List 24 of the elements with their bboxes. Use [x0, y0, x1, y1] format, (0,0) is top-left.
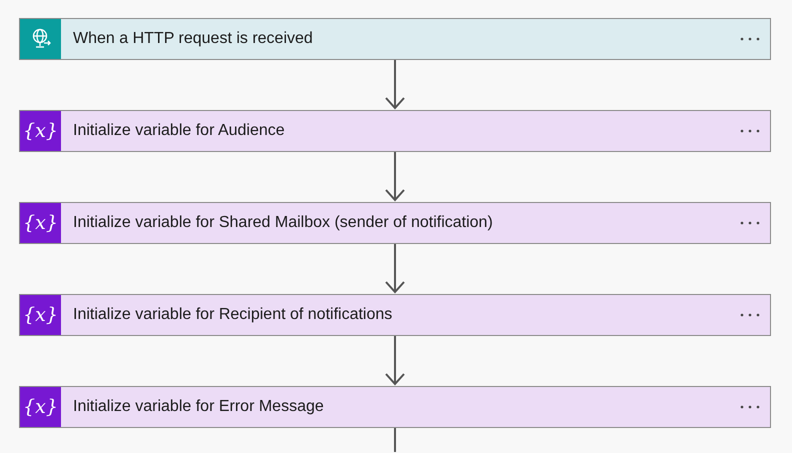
arrow: [385, 60, 405, 110]
step-title: When a HTTP request is received: [73, 29, 314, 49]
variable-icon: {x}: [23, 122, 58, 140]
step-title: Initialize variable for Shared Mailbox (sender of notification): [73, 213, 494, 233]
action-card[interactable]: {x} Initialize variable for Shared Mailbox (sender of notification): [19, 202, 771, 244]
step-title: Initialize variable for Error Message: [73, 397, 325, 417]
more-icon[interactable]: [740, 405, 760, 409]
action-card[interactable]: {x} Initialize variable for Error Message: [19, 386, 771, 428]
action-card[interactable]: When a HTTP request is received: [19, 18, 771, 60]
step-title: Initialize variable for Recipient of notifications: [73, 305, 394, 325]
arrow: [385, 152, 405, 202]
more-icon[interactable]: [740, 313, 760, 317]
action-card[interactable]: {x} Initialize variable for Recipient of notifications: [19, 294, 771, 336]
step-title: Initialize variable for Audience: [73, 121, 286, 141]
more-icon[interactable]: [740, 129, 760, 133]
variable-icon: {x}: [23, 398, 58, 416]
action-card[interactable]: {x} Initialize variable for Audience: [19, 110, 771, 152]
variable-icon: {x}: [23, 214, 58, 232]
arrow: [385, 336, 405, 386]
arrow: [385, 244, 405, 294]
variable-icon: {x}: [23, 306, 58, 324]
more-icon[interactable]: [740, 37, 760, 41]
more-icon[interactable]: [740, 221, 760, 225]
connector-line: [393, 428, 397, 452]
